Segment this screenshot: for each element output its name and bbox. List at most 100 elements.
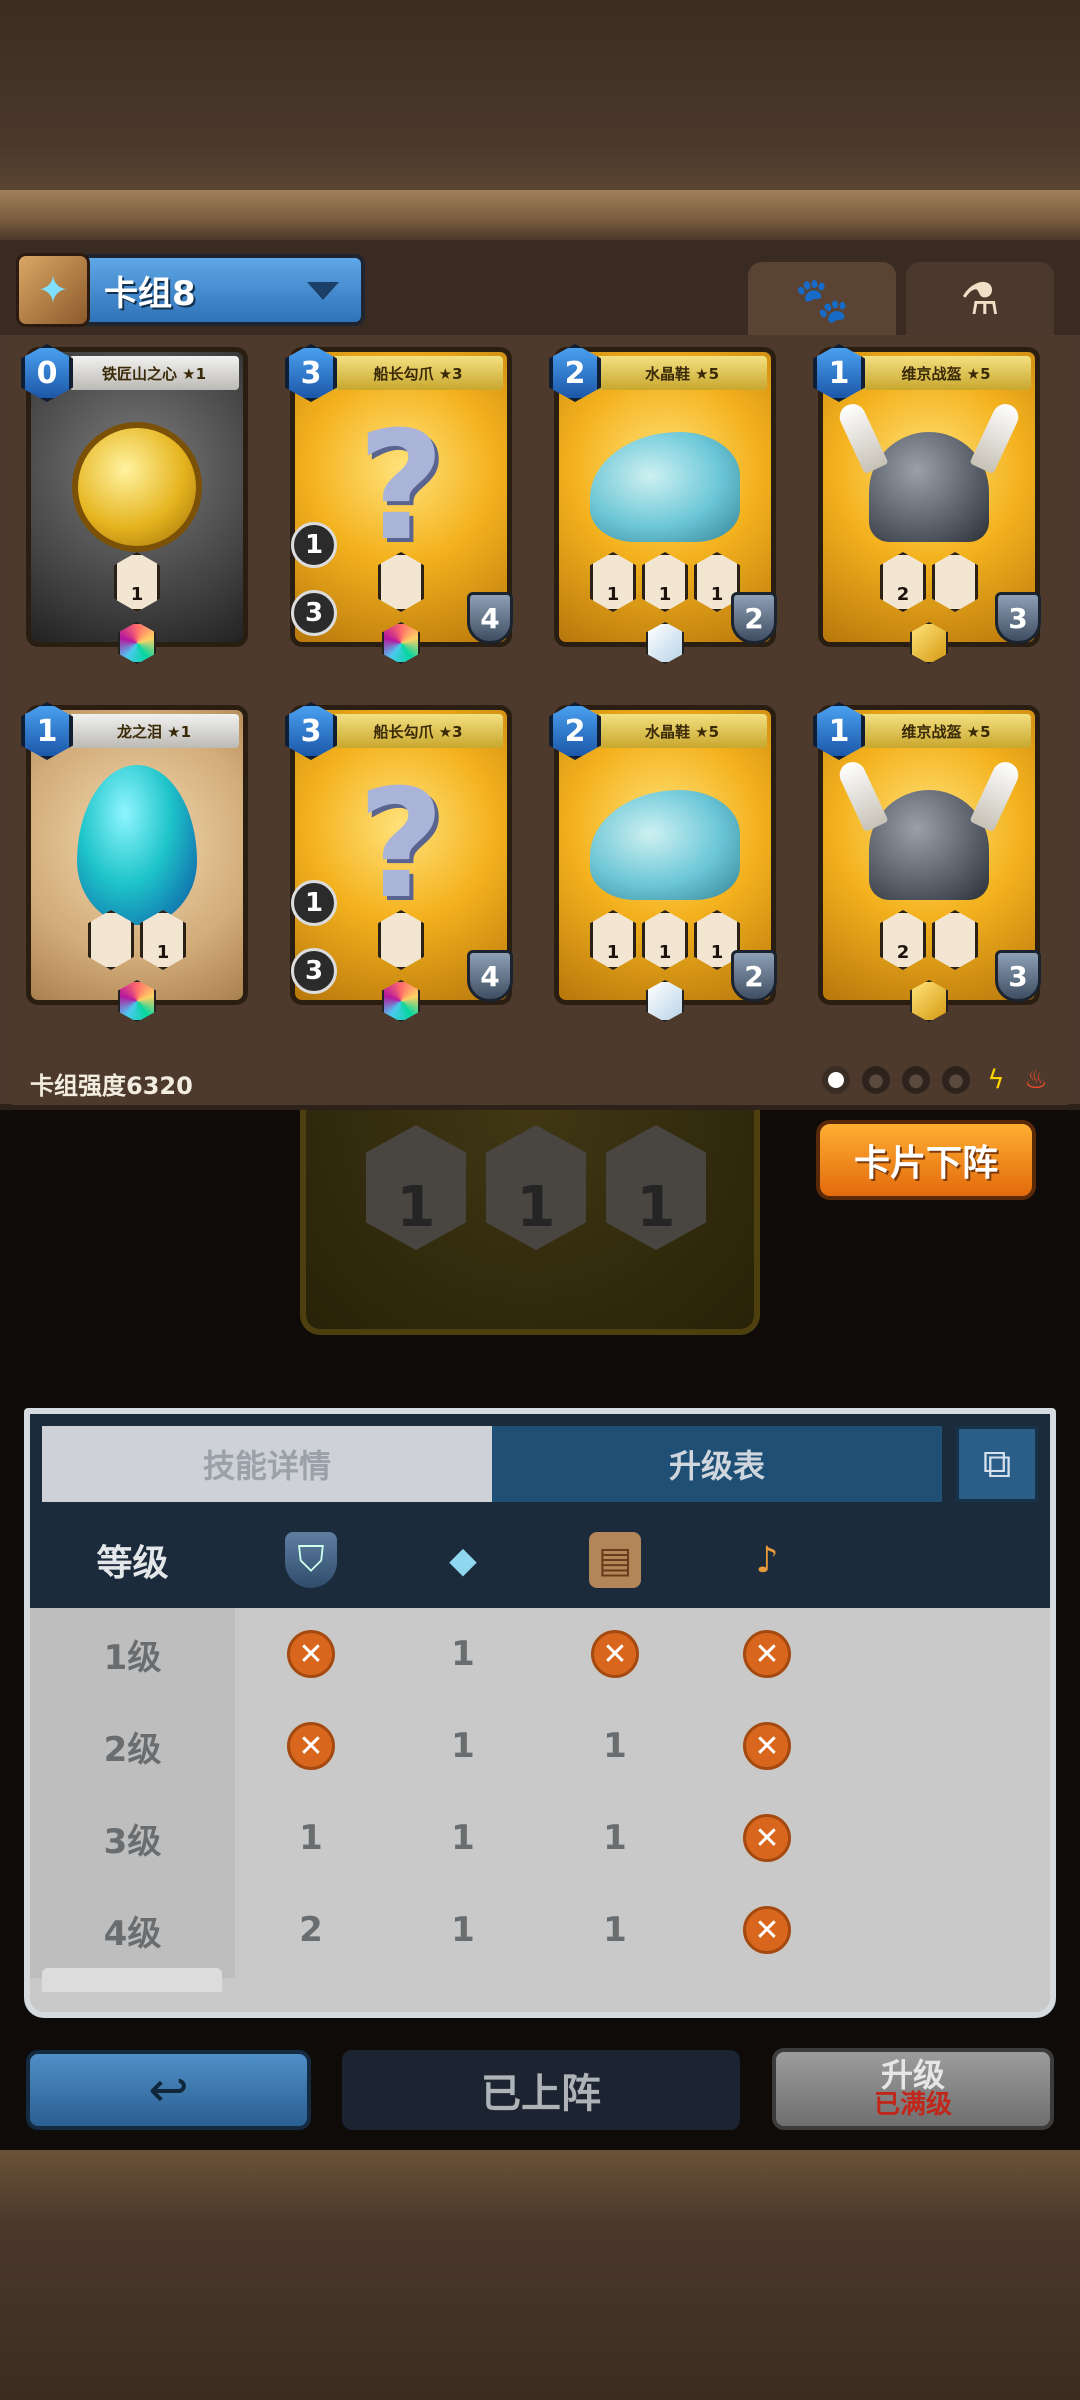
card-title: 维京战盔 ★5 <box>861 714 1031 748</box>
card-cost-badge: 1 <box>813 702 865 760</box>
card-requirements: 1 <box>31 910 243 970</box>
requirement-horn-icon: 1 <box>606 1125 706 1250</box>
card-art <box>854 770 1004 920</box>
not-required-icon: ✕ <box>591 1630 639 1678</box>
table-footer-tab <box>42 1968 222 1992</box>
dice-stat: 1 <box>291 522 337 568</box>
deck-name: 卡组8 <box>104 273 196 314</box>
unequip-card-button[interactable]: 卡片下阵 <box>816 1120 1036 1200</box>
table-cell: 1 <box>603 1818 627 1858</box>
deck-card[interactable]: 龙之泪 ★1 1 1 <box>21 702 248 1022</box>
back-button[interactable]: ↩ <box>26 2050 311 2130</box>
table-cell: 1 <box>603 1726 627 1766</box>
viking-helmet-icon <box>869 432 989 542</box>
deck-book-icon: ✦ <box>16 253 90 327</box>
upgrade-label: 升级 <box>880 2055 945 2094</box>
card-art <box>62 765 212 925</box>
row-level-label: 3级 <box>103 1821 162 1862</box>
deck-card[interactable]: 船长勾爪 ★3 3? 1 3 4 <box>285 344 513 664</box>
upgrade-table-body: 1级 ✕ 1 ✕ ✕ 2级 ✕ 1 1 ✕ 3级 1 1 1 ✕ 4级 2 1 1 ✕ <box>30 1608 1050 1978</box>
card-level-shield: 3 <box>995 592 1041 644</box>
deck-card[interactable]: 维京战盔 ★5 1 2 3 <box>813 702 1041 1022</box>
equipped-status-button[interactable]: 已上阵 <box>342 2050 740 2130</box>
table-cell: 1 <box>603 1910 627 1950</box>
requirement-badge: 1 <box>590 910 636 970</box>
card-art: ? <box>326 412 476 562</box>
rarity-gem-icon <box>910 980 948 1022</box>
glass-slipper-icon <box>590 790 740 900</box>
shield-icon: ⛉ <box>285 1532 337 1588</box>
requirement-badge <box>932 552 978 612</box>
rarity-gem-icon <box>118 980 156 1022</box>
tab-upgrade-table[interactable]: 升级表 <box>492 1426 942 1502</box>
requirement-badge: 2 <box>880 910 926 970</box>
deck-header: ✦ 卡组8 🐾 ⚗ <box>0 240 1080 337</box>
crystal-icon: ◆ <box>449 1539 477 1581</box>
level-column-header: 等级 <box>96 1543 169 1584</box>
horn-icon: ♪ <box>755 1539 779 1581</box>
table-cell: ✕ <box>539 1630 691 1678</box>
card-art <box>854 412 1004 562</box>
upgrade-table-panel: 技能详情 升级表 ⧉ 等级 ⛉ ◆ ▤ ♪ 1级 ✕ 1 ✕ ✕ 2级 ✕ 1 1 ✕ 3级 1 1 1 ✕… <box>24 1408 1056 2018</box>
requirement-badge <box>932 910 978 970</box>
selected-card-preview: 1 1 1 <box>300 1110 760 1335</box>
back-arrow-icon: ↩ <box>148 2062 189 2118</box>
card-title: 水晶鞋 ★5 <box>597 714 767 748</box>
potion-icon: ⚗ <box>960 274 1000 325</box>
card-art <box>590 412 740 562</box>
max-level-label: 已满级 <box>873 2090 952 2121</box>
card-cost-badge: 3 <box>285 344 337 402</box>
card-cost-badge: 0 <box>21 344 73 402</box>
filter-lightning-icon[interactable]: ϟ <box>982 1065 1010 1095</box>
tab-skill-details[interactable]: 技能详情 <box>42 1426 492 1502</box>
requirement-scroll-icon: 1 <box>366 1125 466 1250</box>
filter-earth-icon[interactable]: ● <box>862 1066 890 1094</box>
deck-card[interactable]: 维京战盔 ★5 1 2 3 <box>813 344 1041 664</box>
row-level-label: 4级 <box>103 1913 162 1954</box>
card-cost-badge: 1 <box>813 344 865 402</box>
filter-nature-icon[interactable]: ● <box>902 1066 930 1094</box>
requirement-badge <box>378 552 424 612</box>
deck-card[interactable]: 船长勾爪 ★3 3? 1 3 4 <box>285 702 513 1022</box>
rarity-gem-icon <box>646 622 684 664</box>
card-art <box>590 770 740 920</box>
detail-tab-bar: 技能详情 升级表 ⧉ <box>30 1414 1050 1512</box>
not-required-icon: ✕ <box>743 1906 791 1954</box>
table-cell: ✕ <box>691 1906 843 1954</box>
tab-pets[interactable]: 🐾 <box>748 262 896 337</box>
table-header: 等级 ⛉ ◆ ▤ ♪ <box>30 1512 1050 1608</box>
requirement-badge: 1 <box>114 552 160 612</box>
tab-potions[interactable]: ⚗ <box>906 262 1054 337</box>
deck-selector-dropdown[interactable]: ✦ 卡组8 <box>16 253 365 327</box>
deck-card[interactable]: 铁匠山之心 ★1 0 1 <box>21 344 248 664</box>
filter-all-icon[interactable] <box>822 1066 850 1094</box>
card-cost-badge: 1 <box>21 702 73 760</box>
card-requirements: 1 <box>31 552 243 612</box>
deck-strength: 卡组强度6320 <box>30 1072 193 1100</box>
filter-beast-icon[interactable]: ● <box>942 1066 970 1094</box>
rarity-gem-icon <box>382 622 420 664</box>
table-row: 1级 ✕ 1 ✕ ✕ <box>30 1608 1050 1700</box>
medallion-icon <box>72 422 202 552</box>
card-title: 水晶鞋 ★5 <box>597 356 767 390</box>
hook-icon: ? <box>357 758 445 932</box>
deck-card[interactable]: 水晶鞋 ★5 2 1 1 1 2 <box>549 702 777 1022</box>
glass-slipper-icon <box>590 432 740 542</box>
card-grid: 铁匠山之心 ★1 0 1 船长勾爪 ★3 3? 1 3 4 水晶鞋 ★5 2 1 1 1 2 维京战盔 ★5… <box>8 335 1072 1105</box>
card-level-shield: 2 <box>731 592 777 644</box>
deck-card[interactable]: 水晶鞋 ★5 2 1 1 1 2 <box>549 344 777 664</box>
table-cell: ✕ <box>691 1814 843 1862</box>
card-art <box>62 412 212 562</box>
table-cell: 1 <box>451 1910 475 1950</box>
filter-fire-icon[interactable]: ♨ <box>1022 1065 1050 1095</box>
not-required-icon: ✕ <box>743 1722 791 1770</box>
not-required-icon: ✕ <box>287 1630 335 1678</box>
table-cell: ✕ <box>691 1630 843 1678</box>
open-external-button[interactable]: ⧉ <box>956 1426 1038 1502</box>
not-required-icon: ✕ <box>743 1814 791 1862</box>
table-cell: 1 <box>451 1818 475 1858</box>
attack-stat: 3 <box>291 590 337 636</box>
card-title: 船长勾爪 ★3 <box>333 356 503 390</box>
upgrade-button[interactable]: 升级 已满级 <box>772 2048 1054 2130</box>
requirement-badge: 1 <box>140 910 186 970</box>
